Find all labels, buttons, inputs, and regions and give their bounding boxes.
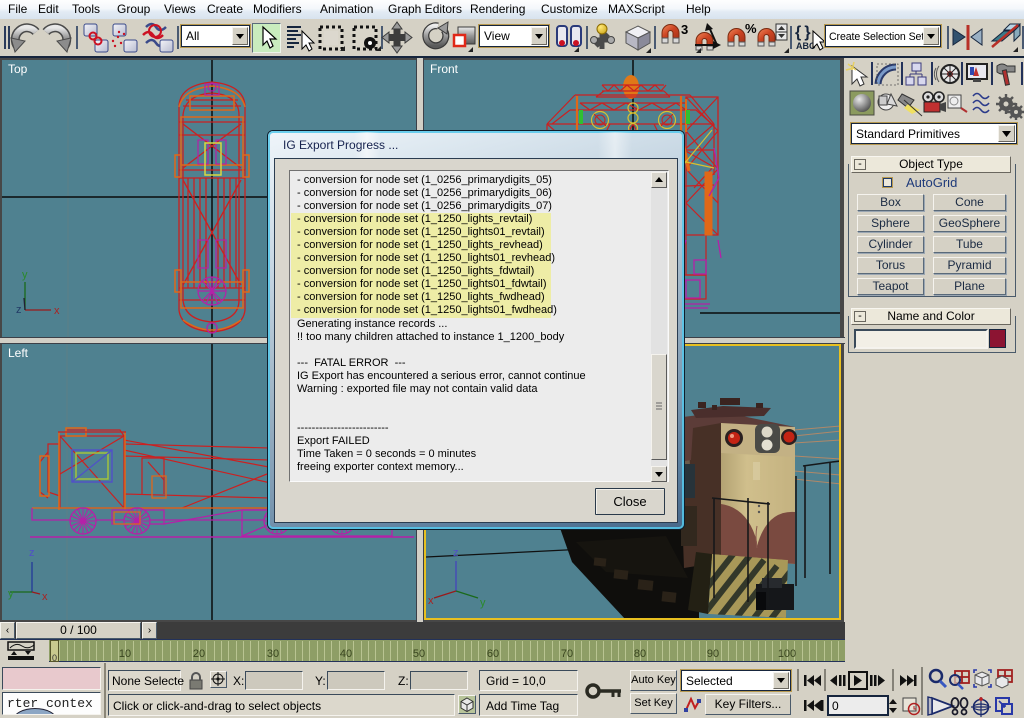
- svg-text:z: z: [453, 547, 459, 559]
- svg-text:50: 50: [413, 648, 425, 660]
- svg-text:y: y: [480, 597, 486, 609]
- svg-text:%: %: [745, 21, 757, 36]
- svg-text:y: y: [8, 588, 14, 600]
- svg-text:40: 40: [340, 648, 352, 660]
- svg-text:z: z: [29, 547, 35, 559]
- svg-text:60: 60: [487, 648, 499, 660]
- svg-text:20: 20: [193, 648, 205, 660]
- svg-text:0: 0: [832, 699, 839, 713]
- svg-text:80: 80: [634, 648, 646, 660]
- svg-text:x: x: [54, 305, 60, 317]
- svg-text:100: 100: [778, 648, 796, 660]
- svg-text:10: 10: [119, 648, 131, 660]
- svg-text:30: 30: [267, 648, 279, 660]
- svg-text:x: x: [42, 591, 48, 603]
- svg-text:70: 70: [561, 648, 573, 660]
- svg-text:y: y: [22, 269, 28, 281]
- svg-text:90: 90: [707, 648, 719, 660]
- svg-text:{ }: { }: [795, 24, 811, 41]
- svg-text:3: 3: [681, 22, 688, 37]
- svg-text:x: x: [428, 595, 434, 607]
- svg-text:z: z: [16, 304, 22, 316]
